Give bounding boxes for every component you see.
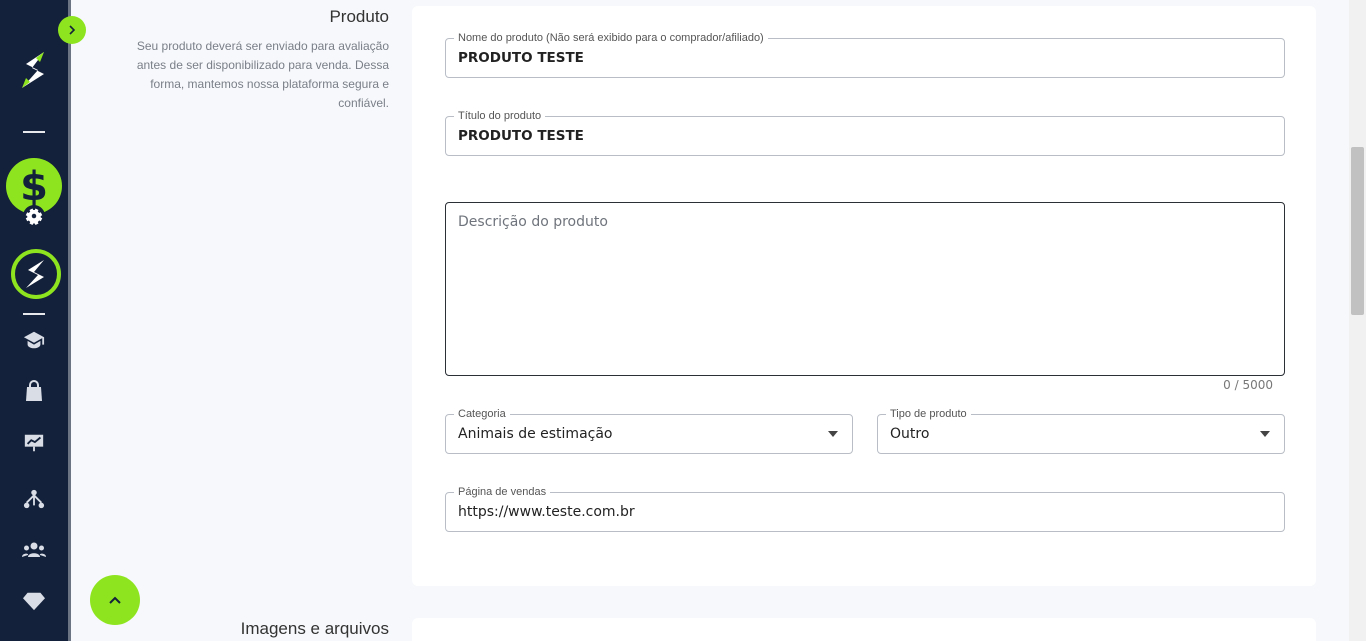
product-title-field[interactable]: Título do produto PRODUTO TESTE	[445, 109, 1285, 156]
product-type-label: Tipo de produto	[886, 407, 971, 421]
network-icon[interactable]	[21, 486, 47, 512]
product-name-label: Nome do produto (Não será exibido para o…	[454, 31, 768, 45]
product-type-value: Outro	[890, 426, 930, 442]
chevron-up-icon	[109, 596, 121, 604]
expand-sidebar-button[interactable]	[58, 16, 86, 44]
category-value: Animais de estimação	[458, 426, 613, 442]
presentation-chart-icon[interactable]	[21, 430, 47, 456]
sales-page-label: Página de vendas	[454, 485, 551, 499]
sidebar-divider	[23, 131, 45, 133]
gear-icon[interactable]	[23, 205, 45, 227]
product-type-select[interactable]: Tipo de produto Outro	[877, 407, 1285, 454]
logo-icon[interactable]	[14, 48, 54, 92]
sidebar: $	[0, 0, 68, 641]
brand-ring-icon[interactable]	[10, 248, 62, 300]
sales-page-value: https://www.teste.com.br	[458, 504, 635, 520]
diamond-icon[interactable]	[21, 588, 47, 614]
shopping-bag-icon[interactable]	[21, 378, 47, 404]
product-title-label: Título do produto	[454, 109, 546, 123]
sidebar-divider	[23, 313, 45, 315]
graduation-cap-icon[interactable]	[21, 327, 47, 353]
category-label: Categoria	[454, 407, 510, 421]
files-card	[412, 618, 1316, 641]
users-icon[interactable]	[21, 537, 47, 563]
section-description: Seu produto deverá ser enviado para aval…	[136, 39, 389, 110]
product-title-value: PRODUTO TESTE	[458, 128, 584, 144]
product-description-textarea[interactable]: Descrição do produto	[445, 202, 1285, 376]
caret-down-icon	[828, 431, 838, 437]
product-name-value: PRODUTO TESTE	[458, 50, 584, 66]
chevron-right-icon	[69, 25, 76, 35]
description-char-counter: 0 / 5000	[1223, 378, 1273, 392]
page-scrollbar[interactable]	[1349, 0, 1366, 641]
section-title-files: Imagens e arquivos	[240, 619, 389, 638]
product-description-placeholder: Descrição do produto	[458, 214, 608, 230]
scroll-to-top-button[interactable]	[90, 575, 140, 625]
scrollbar-thumb[interactable]	[1351, 147, 1364, 315]
section-title-product: Produto	[329, 7, 389, 26]
caret-down-icon	[1260, 431, 1270, 437]
svg-text:$: $	[20, 164, 48, 210]
sales-page-field[interactable]: Página de vendas https://www.teste.com.b…	[445, 485, 1285, 532]
sidebar-edge	[68, 0, 71, 641]
category-select[interactable]: Categoria Animais de estimação	[445, 407, 853, 454]
product-name-field[interactable]: Nome do produto (Não será exibido para o…	[445, 31, 1285, 78]
